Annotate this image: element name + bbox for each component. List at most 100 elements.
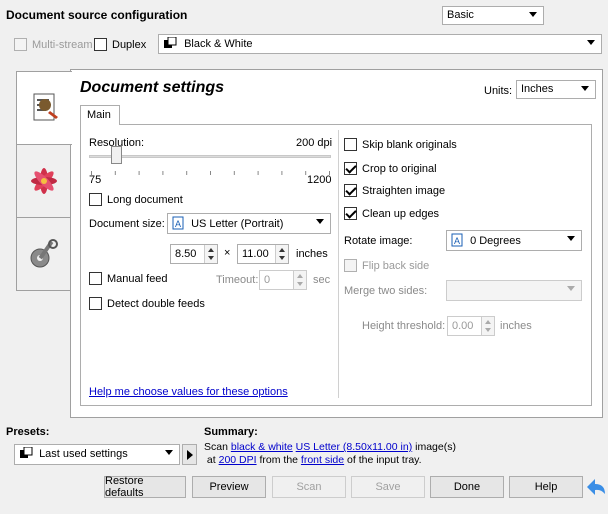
tab-device-settings[interactable] (16, 217, 72, 291)
summary-size-link[interactable]: US Letter (8.50x11.00 in) (296, 441, 413, 453)
resolution-slider-thumb[interactable] (110, 146, 122, 164)
straighten-label: Straighten image (362, 184, 446, 197)
tools-icon (30, 239, 58, 268)
duplex-checkbox[interactable]: Duplex (94, 38, 146, 51)
color-mode-value: Black & White (184, 38, 253, 50)
resolution-slider-track[interactable] (89, 155, 331, 158)
scan-button[interactable]: Scan (272, 476, 346, 498)
chevron-down-icon (587, 40, 595, 45)
page-icon: A (172, 216, 184, 230)
help-choose-link[interactable]: Help me choose values for these options (89, 386, 288, 398)
merge-select[interactable] (446, 280, 582, 301)
summary-color-link[interactable]: black & white (231, 441, 293, 453)
skip-blank-label: Skip blank originals (362, 138, 457, 151)
timeout-label: Timeout: (216, 274, 259, 286)
skip-blank-checkbox[interactable]: Skip blank originals (344, 138, 457, 151)
size-unit: inches (296, 248, 328, 260)
restore-defaults-button[interactable]: Restore defaults (104, 475, 186, 499)
height-field[interactable]: 11.00 (237, 244, 289, 264)
detect-double-feeds-checkbox[interactable]: Detect double feeds (89, 297, 205, 310)
checkbox-box (344, 162, 357, 175)
window-title: Document source configuration (6, 8, 188, 22)
checkbox-box (94, 38, 107, 51)
svg-text:A: A (175, 219, 181, 229)
checkbox-box (344, 184, 357, 197)
svg-text:A: A (454, 236, 460, 246)
cleanup-checkbox[interactable]: Clean up edges (344, 207, 439, 220)
summary-from: from the (259, 454, 298, 466)
spin-buttons-icon[interactable] (275, 245, 288, 263)
checkbox-box (344, 207, 357, 220)
height-value: 11.00 (242, 248, 269, 260)
chevron-down-icon (567, 286, 575, 291)
tab-document-settings[interactable] (16, 71, 72, 145)
rotate-label: Rotate image: (344, 235, 413, 247)
tab-main[interactable]: Main (80, 105, 120, 125)
crop-checkbox[interactable]: Crop to original (344, 162, 437, 175)
document-settings-icon (33, 93, 58, 121)
flip-back-label: Flip back side (362, 259, 430, 272)
units-label: Units: (484, 85, 513, 97)
summary-dpi-link[interactable]: 200 DPI (219, 454, 257, 466)
summary-side-link[interactable]: front side (301, 454, 344, 466)
summary-images: image(s) (415, 441, 456, 453)
slider-ticks (91, 166, 331, 175)
units-select[interactable]: Inches (516, 80, 596, 99)
resolution-max: 1200 (307, 174, 332, 186)
chevron-down-icon (165, 450, 173, 455)
save-button[interactable]: Save (351, 476, 425, 498)
column-divider (338, 130, 339, 398)
chevron-down-icon (316, 219, 324, 224)
spin-buttons-icon[interactable] (204, 245, 217, 263)
page-icon: A (451, 233, 463, 247)
checkbox-box (14, 38, 27, 51)
preset-value: Last used settings (39, 448, 128, 460)
crop-label: Crop to original (362, 162, 437, 175)
summary-label: Summary: (204, 426, 258, 438)
presets-select[interactable]: Last used settings (14, 444, 180, 465)
rotate-select[interactable]: A 0 Degrees (446, 230, 582, 251)
resolution-min: 75 (89, 174, 102, 186)
document-icon (164, 36, 177, 48)
summary-at: at (206, 454, 216, 466)
units-value: Inches (521, 83, 554, 95)
help-button[interactable]: Help (509, 476, 583, 498)
back-arrow-icon[interactable] (585, 476, 607, 501)
manual-feed-checkbox[interactable]: Manual feed (89, 272, 168, 285)
merge-label: Merge two sides: (344, 285, 428, 297)
preview-button[interactable]: Preview (192, 476, 266, 498)
done-button[interactable]: Done (430, 476, 504, 498)
checkbox-box (89, 272, 102, 285)
preset-menu-button[interactable] (182, 444, 197, 465)
rotate-value: 0 Degrees (470, 235, 521, 247)
timeout-unit: sec (313, 274, 331, 286)
document-size-select[interactable]: A US Letter (Portrait) (167, 213, 331, 234)
summary-tail: of the input tray. (347, 454, 422, 466)
mode-select-value: Basic (447, 9, 474, 21)
mode-select[interactable]: Basic (442, 6, 544, 25)
flower-icon (31, 168, 57, 194)
document-size-label: Document size: (89, 218, 165, 230)
resolution-value: 200 dpi (296, 137, 333, 149)
color-mode-select[interactable]: Black & White (158, 34, 602, 54)
manual-feed-label: Manual feed (107, 272, 168, 285)
checkbox-box (89, 297, 102, 310)
height-threshold-value: 0.00 (452, 320, 474, 332)
height-threshold-field[interactable]: 0.00 (447, 316, 495, 336)
long-document-checkbox[interactable]: Long document (89, 193, 183, 206)
spin-buttons-icon[interactable] (481, 317, 494, 335)
document-icon (20, 446, 33, 458)
flip-back-checkbox[interactable]: Flip back side (344, 259, 429, 272)
straighten-checkbox[interactable]: Straighten image (344, 184, 445, 197)
height-threshold-unit: inches (500, 320, 532, 332)
multistream-checkbox[interactable]: Multi-stream (14, 38, 93, 51)
spin-buttons-icon[interactable] (293, 271, 306, 289)
panel-title: Document settings (80, 79, 225, 96)
width-field[interactable]: 8.50 (170, 244, 218, 264)
checkbox-box (89, 193, 102, 206)
tab-image-settings[interactable] (16, 144, 72, 218)
duplex-label: Duplex (112, 38, 147, 51)
chevron-down-icon (567, 236, 575, 241)
multistream-label: Multi-stream (32, 38, 93, 51)
timeout-field[interactable]: 0 (259, 270, 307, 290)
